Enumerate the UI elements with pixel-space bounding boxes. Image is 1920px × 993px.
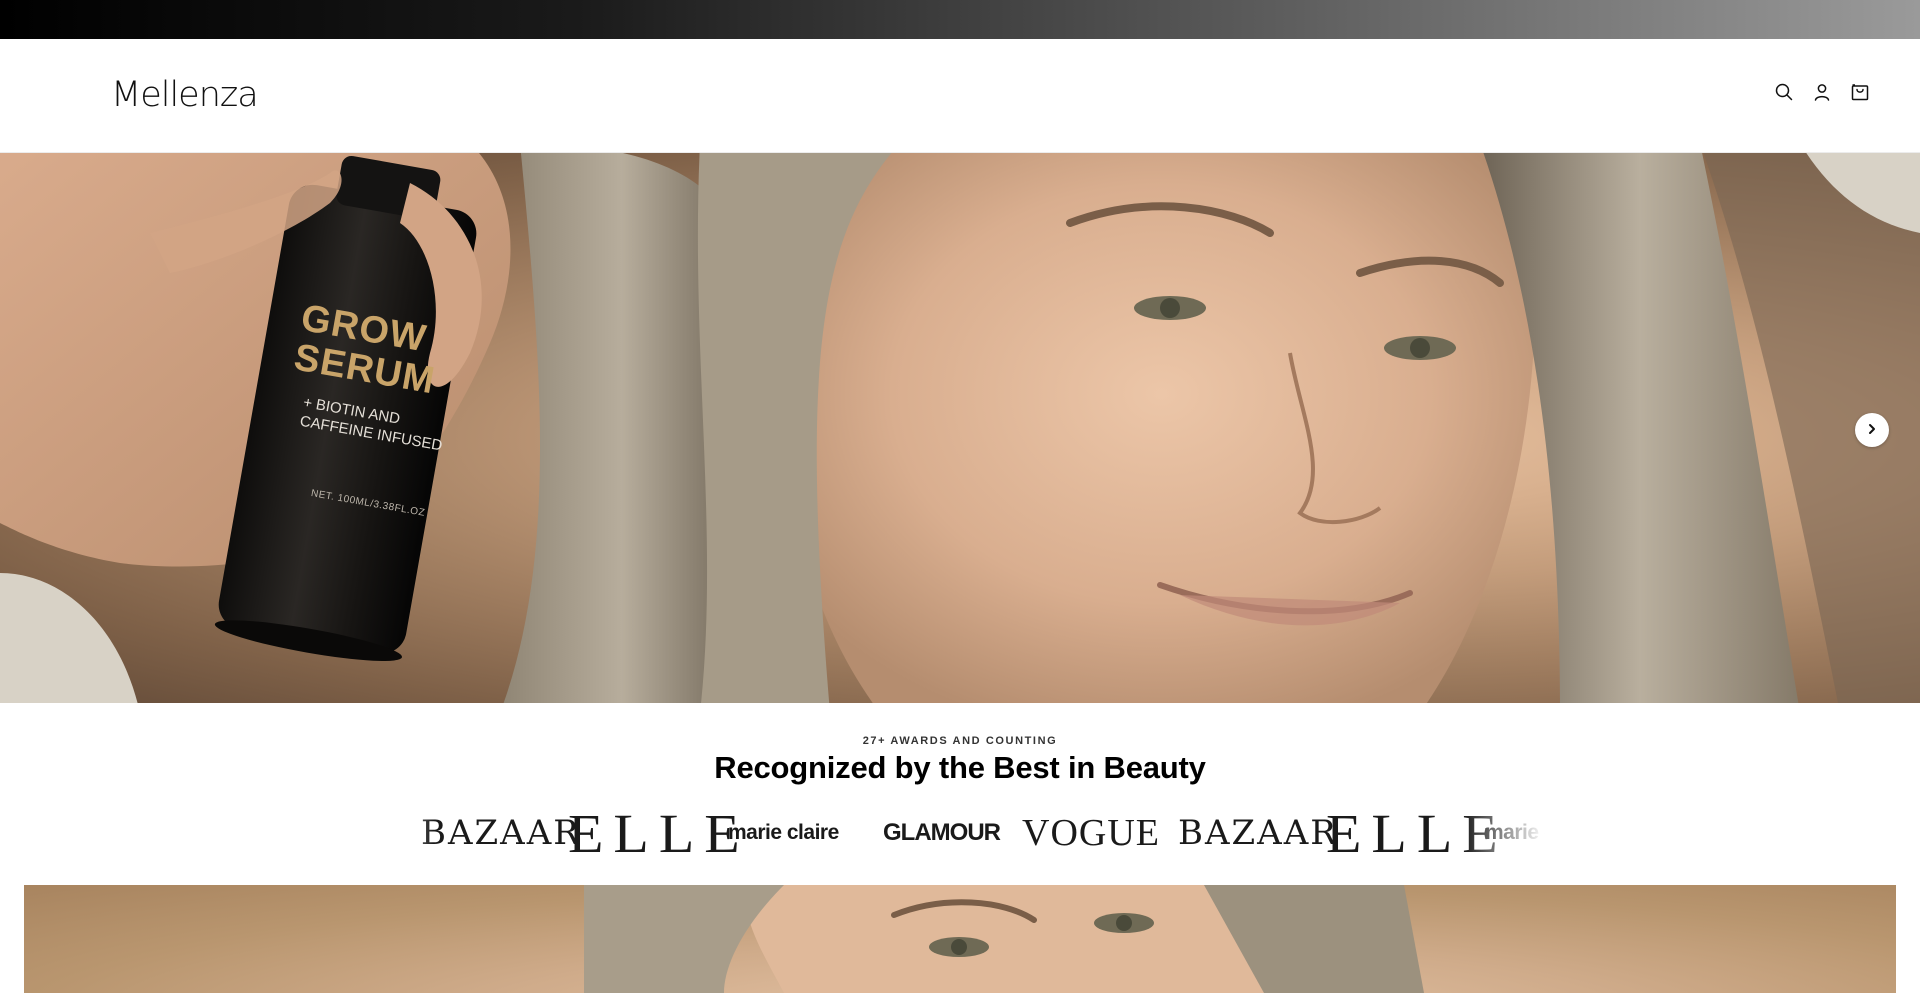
- promo-image: [584, 885, 1424, 993]
- header-actions: [1774, 82, 1870, 102]
- promo-banner[interactable]: [24, 885, 1896, 993]
- account-icon[interactable]: [1812, 82, 1832, 102]
- brand-logo[interactable]: Mellenza: [111, 75, 259, 115]
- announcement-bar: [0, 0, 1920, 39]
- press-logo-elle: ELLE: [568, 803, 750, 863]
- press-logo-strip: R BAZAAR ELLE marie claire GLAMOUR VOGUE…: [375, 803, 1545, 863]
- hero-banner[interactable]: GROW SERUM + BIOTIN AND CAFFEINE INFUSED…: [0, 153, 1920, 703]
- awards-section: 27+ AWARDS AND COUNTING Recognized by th…: [0, 703, 1920, 885]
- press-logo-elle-2: ELLE: [1326, 803, 1508, 863]
- search-icon[interactable]: [1774, 82, 1794, 102]
- cart-icon[interactable]: [1850, 82, 1870, 102]
- awards-title: Recognized by the Best in Beauty: [714, 750, 1206, 785]
- press-logo-bazaar-2: BAZAAR: [1178, 813, 1338, 853]
- press-logo-vogue: VOGUE: [1022, 812, 1160, 854]
- hero-next-button[interactable]: [1855, 413, 1889, 447]
- press-logo-glamour: GLAMOUR: [883, 819, 1001, 846]
- press-logo-marie-claire: marie claire: [728, 821, 839, 844]
- press-logo-marie-claire-2: marie claire: [1485, 821, 1545, 844]
- chevron-right-icon: [1866, 423, 1878, 438]
- site-header: Mellenza: [0, 39, 1920, 153]
- hero-image: [0, 153, 1920, 703]
- awards-eyebrow: 27+ AWARDS AND COUNTING: [862, 735, 1058, 747]
- press-logo-bazaar: BAZAAR: [421, 813, 581, 853]
